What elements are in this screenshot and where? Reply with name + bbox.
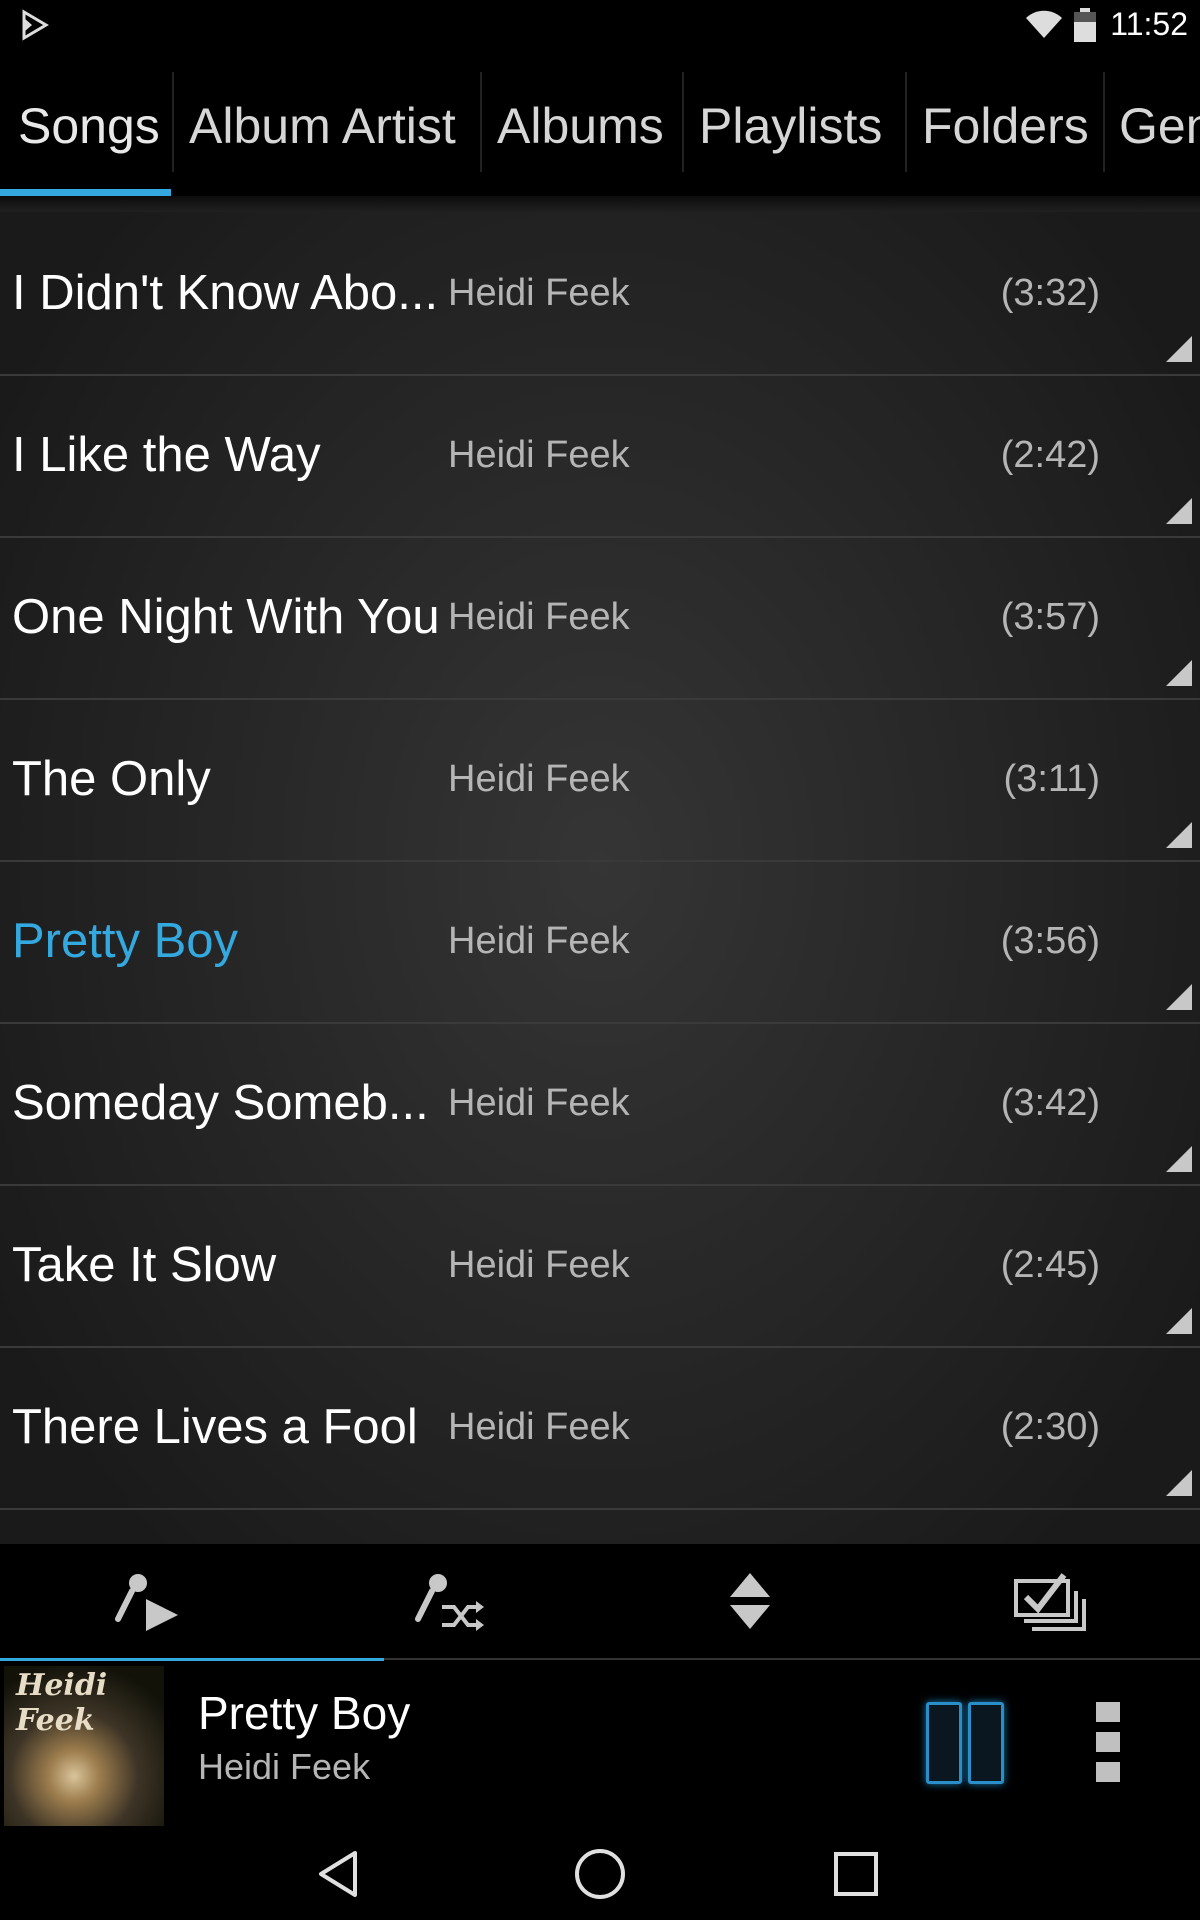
library-tabs: Songs Album Artist Albums Playlists Fold…	[0, 50, 1200, 196]
sort-button[interactable]	[600, 1544, 900, 1658]
context-menu-corner-icon[interactable]	[1166, 984, 1192, 1010]
back-icon	[319, 1851, 357, 1897]
pause-icon	[968, 1702, 1004, 1784]
context-menu-corner-icon[interactable]	[1166, 498, 1192, 524]
home-icon	[575, 1849, 625, 1899]
tab-divider	[905, 72, 907, 172]
tabs-shadow	[0, 196, 1200, 212]
system-nav-bar	[0, 1828, 1200, 1920]
recents-icon	[834, 1852, 878, 1896]
active-tab-indicator	[0, 189, 171, 196]
tab-divider	[682, 72, 684, 172]
song-duration: (3:57)	[1000, 596, 1100, 638]
album-art-title: Heidi Feek	[16, 1668, 108, 1738]
context-menu-corner-icon[interactable]	[1166, 1470, 1192, 1496]
pause-button[interactable]	[922, 1702, 1006, 1784]
now-playing-artist: Heidi Feek	[198, 1746, 371, 1787]
song-title: Pretty Boy	[12, 914, 239, 968]
song-title: The Only	[12, 752, 211, 806]
song-duration: (2:30)	[1000, 1406, 1100, 1448]
now-playing-title: Pretty Boy	[198, 1687, 411, 1739]
song-title: I Like the Way	[12, 428, 321, 482]
song-artist: Heidi Feek	[448, 1244, 630, 1286]
play-all-button[interactable]	[0, 1544, 300, 1658]
list-action-bar	[0, 1544, 1200, 1658]
song-title: Someday Someb...	[12, 1076, 429, 1130]
song-row[interactable]: I Didn't Know Abo... Heidi Feek (3:32)	[0, 212, 1200, 376]
tab-divider	[480, 72, 482, 172]
song-duration: (3:11)	[1003, 758, 1100, 800]
multi-select-icon	[1014, 1573, 1086, 1631]
song-title: One Night With You	[12, 590, 440, 644]
status-bar: 11:52	[0, 0, 1200, 50]
song-row[interactable]: Someday Someb... Heidi Feek (3:42)	[0, 1022, 1200, 1186]
now-playing-bar[interactable]: Heidi Feek Pretty Boy Heidi Feek	[0, 1658, 1200, 1828]
tab-songs[interactable]: Songs	[18, 50, 160, 196]
shuffle-all-icon	[415, 1574, 484, 1631]
song-row-now-playing[interactable]: Pretty Boy Heidi Feek (3:56)	[0, 860, 1200, 1024]
album-art[interactable]: Heidi Feek	[4, 1666, 164, 1826]
overflow-menu-button[interactable]	[1096, 1702, 1124, 1786]
song-list[interactable]: I Didn't Know Abo... Heidi Feek (3:32) I…	[0, 212, 1200, 1544]
song-duration: (3:56)	[1000, 920, 1100, 962]
song-title: There Lives a Fool	[12, 1400, 418, 1454]
back-button[interactable]	[280, 1828, 400, 1920]
home-button[interactable]	[540, 1828, 660, 1920]
song-duration: (3:42)	[1000, 1082, 1100, 1124]
shuffle-all-button[interactable]	[300, 1544, 600, 1658]
song-row[interactable]: There Lives a Fool Heidi Feek (2:30)	[0, 1346, 1200, 1510]
tab-playlists[interactable]: Playlists	[699, 50, 882, 196]
song-artist: Heidi Feek	[448, 434, 630, 476]
play-all-icon	[115, 1574, 178, 1631]
tab-album-artist[interactable]: Album Artist	[189, 50, 456, 196]
song-row[interactable]: Take It Slow Heidi Feek (2:45)	[0, 1184, 1200, 1348]
context-menu-corner-icon[interactable]	[1166, 822, 1192, 848]
tab-albums[interactable]: Albums	[497, 50, 664, 196]
song-row[interactable]: I Like the Way Heidi Feek (2:42)	[0, 374, 1200, 538]
multi-select-button[interactable]	[900, 1544, 1200, 1658]
overflow-dot-icon	[1096, 1732, 1120, 1752]
song-duration: (2:42)	[1000, 434, 1100, 476]
song-title: I Didn't Know Abo...	[12, 266, 439, 320]
tab-divider	[172, 72, 174, 172]
status-clock: 11:52	[1110, 6, 1188, 42]
song-artist: Heidi Feek	[448, 596, 630, 638]
song-title: Take It Slow	[12, 1238, 277, 1292]
wifi-icon	[1024, 8, 1064, 45]
battery-icon	[1074, 8, 1096, 47]
song-row[interactable]: The Only Heidi Feek (3:11)	[0, 698, 1200, 862]
song-duration: (3:32)	[1000, 272, 1100, 314]
context-menu-corner-icon[interactable]	[1166, 336, 1192, 362]
song-artist: Heidi Feek	[448, 272, 630, 314]
sort-icon	[730, 1573, 770, 1629]
song-duration: (2:45)	[1000, 1244, 1100, 1286]
pause-icon	[926, 1702, 962, 1784]
song-artist: Heidi Feek	[448, 920, 630, 962]
overflow-dot-icon	[1096, 1762, 1120, 1782]
tab-divider	[1103, 72, 1105, 172]
tab-genres[interactable]: Gen	[1119, 50, 1200, 196]
tab-folders[interactable]: Folders	[922, 50, 1089, 196]
song-row[interactable]: One Night With You Heidi Feek (3:57)	[0, 536, 1200, 700]
context-menu-corner-icon[interactable]	[1166, 1146, 1192, 1172]
context-menu-corner-icon[interactable]	[1166, 1308, 1192, 1334]
playback-progress-fill	[0, 1658, 384, 1661]
song-artist: Heidi Feek	[448, 1082, 630, 1124]
song-artist: Heidi Feek	[448, 1406, 630, 1448]
song-artist: Heidi Feek	[448, 758, 630, 800]
recents-button[interactable]	[796, 1828, 916, 1920]
context-menu-corner-icon[interactable]	[1166, 660, 1192, 686]
overflow-dot-icon	[1096, 1702, 1120, 1722]
play-store-notification-icon	[18, 8, 52, 47]
